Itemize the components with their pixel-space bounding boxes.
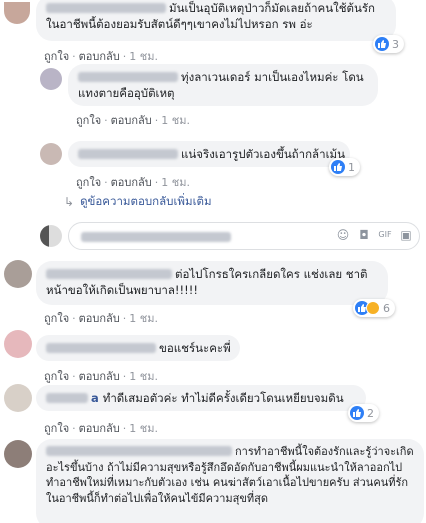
reaction-count[interactable]: 2 — [348, 404, 379, 422]
avatar[interactable] — [40, 68, 62, 90]
like-link[interactable]: ถูกใจ — [44, 312, 69, 325]
comment-bubble: มันเป็นอุบัติเหตุป่าวก็มัดเลยถ้าคนใช้ต้น… — [36, 0, 396, 41]
like-reaction-icon — [331, 160, 345, 174]
reply-link[interactable]: ตอบกลับ — [111, 176, 152, 189]
more-replies-link[interactable]: ↳ ดูข้อความตอบกลับเพิ่มเติม — [64, 193, 212, 211]
like-link[interactable]: ถูกใจ — [44, 50, 69, 63]
like-reaction-icon — [350, 406, 364, 420]
timestamp[interactable]: 1 ชม. — [161, 176, 190, 189]
comment-actions: ถูกใจ · ตอบกลับ · 1 ชม. — [76, 114, 190, 127]
avatar[interactable] — [4, 260, 32, 288]
like-link[interactable]: ถูกใจ — [44, 370, 69, 383]
comment-author[interactable] — [78, 72, 178, 82]
comment-bubble: ต่อไปโกรธใครเกลียดใคร แช่งเลย ชาติหน้าขอ… — [36, 261, 388, 305]
comment-bubble: ขอแชร์นะคะพี่ — [36, 335, 240, 361]
timestamp[interactable]: 1 ชม. — [129, 370, 158, 383]
comment-actions: ถูกใจ · ตอบกลับ · 1 ชม. — [44, 50, 158, 63]
timestamp[interactable]: 1 ชม. — [161, 114, 190, 127]
timestamp[interactable]: 1 ชม. — [129, 312, 158, 325]
reply-link[interactable]: ตอบกลับ — [111, 114, 152, 127]
like-link[interactable]: ถูกใจ — [76, 176, 101, 189]
reply-link[interactable]: ตอบกลับ — [79, 50, 120, 63]
avatar — [40, 225, 62, 247]
sticker-icon[interactable]: ▣ — [399, 228, 413, 242]
comment-text: ขอแชร์นะคะพี่ — [159, 341, 231, 355]
avatar[interactable] — [40, 143, 62, 165]
comment-actions: ถูกใจ · ตอบกลับ · 1 ชม. — [76, 176, 190, 189]
comment-actions: ถูกใจ · ตอบกลับ · 1 ชม. — [44, 422, 158, 435]
comment-text: แน่จริงเอารูปตัวเองขึ้นถ้ากล้าเม้น — [181, 147, 345, 161]
input-tools: ☺ ◘ GIF ▣ — [336, 228, 413, 242]
reply-link[interactable]: ตอบกลับ — [79, 370, 120, 383]
comment-author[interactable] — [46, 3, 166, 13]
reaction-count[interactable]: 1 — [329, 158, 360, 176]
avatar[interactable] — [4, 440, 32, 468]
comment-author[interactable] — [78, 149, 178, 159]
emoji-icon[interactable]: ☺ — [336, 228, 350, 242]
comment-author[interactable] — [46, 343, 156, 353]
reply-link[interactable]: ตอบกลับ — [79, 422, 120, 435]
reaction-count[interactable]: 3 — [373, 35, 404, 53]
comment-author-visible[interactable]: a — [91, 391, 99, 405]
comment-bubble: การทำอาชีพนี้ใจต้องรักและรู้ว่าจะเกิดอะไ… — [36, 439, 424, 523]
timestamp[interactable]: 1 ชม. — [129, 422, 158, 435]
reply-input-row: ☺ ◘ GIF ▣ — [40, 222, 420, 250]
comment-bubble: a ทำดีเสมอตัวค่ะ ทำไม่ดีครั้งเดียวโดนเหยี… — [36, 385, 366, 411]
comment-author[interactable] — [46, 269, 172, 279]
gif-icon[interactable]: GIF — [378, 228, 392, 242]
avatar[interactable] — [4, 384, 32, 412]
comment-author[interactable] — [46, 393, 88, 403]
input-placeholder — [81, 232, 231, 242]
comment-bubble: ทุ่งลาเวนเดอร์ มาเป็นเองไหมค่ะ โดนแทงตาย… — [68, 64, 378, 106]
reply-link[interactable]: ตอบกลับ — [79, 312, 120, 325]
timestamp[interactable]: 1 ชม. — [129, 50, 158, 63]
like-link[interactable]: ถูกใจ — [76, 114, 101, 127]
comment-actions: ถูกใจ · ตอบกลับ · 1 ชม. — [44, 312, 158, 325]
reaction-count[interactable]: 6 — [353, 299, 395, 317]
reply-input[interactable]: ☺ ◘ GIF ▣ — [68, 222, 420, 250]
comment-actions: ถูกใจ · ตอบกลับ · 1 ชม. — [44, 370, 158, 383]
comment-text: ทำดีเสมอตัวค่ะ ทำไม่ดีครั้งเดียวโดนเหยีย… — [102, 391, 344, 405]
reply-arrow-icon: ↳ — [64, 195, 75, 209]
camera-icon[interactable]: ◘ — [357, 228, 371, 242]
comment-bubble: แน่จริงเอารูปตัวเองขึ้นถ้ากล้าเม้น — [68, 141, 350, 167]
like-reaction-icon — [375, 37, 389, 51]
avatar[interactable] — [4, 2, 30, 24]
like-link[interactable]: ถูกใจ — [44, 422, 69, 435]
haha-reaction-icon — [366, 301, 380, 315]
avatar[interactable] — [4, 330, 32, 358]
comment-author[interactable] — [46, 446, 232, 456]
